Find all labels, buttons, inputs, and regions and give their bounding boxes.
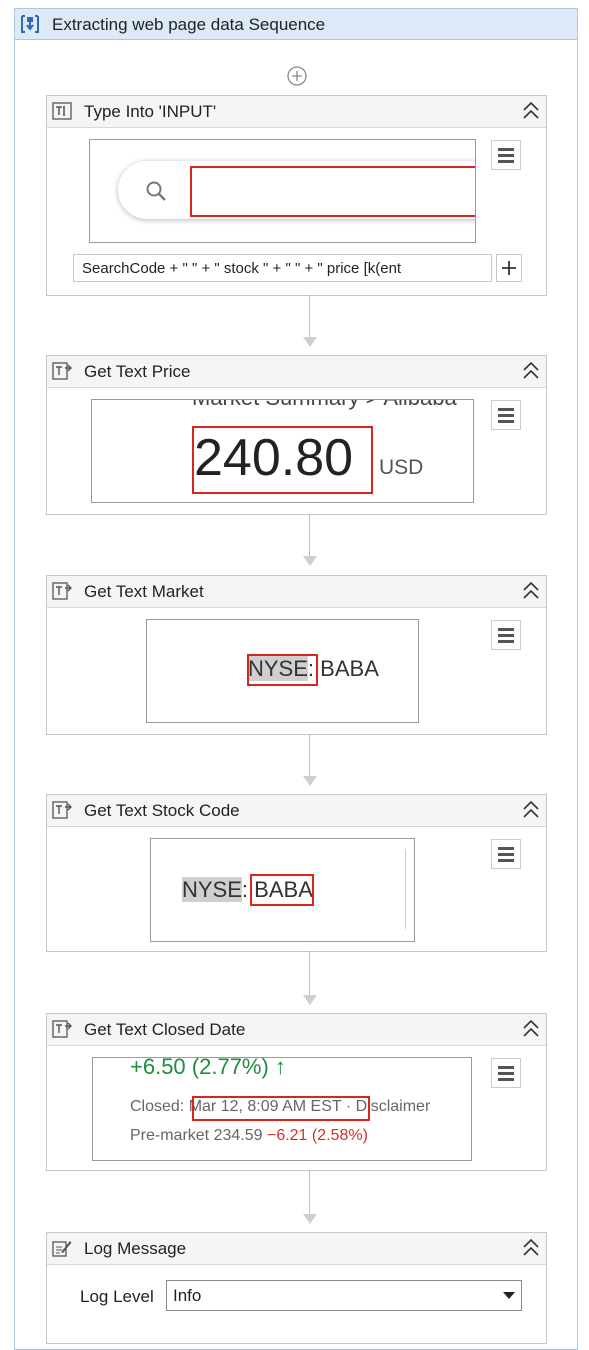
target-selection-box [190, 166, 475, 217]
log-level-select[interactable]: Info [166, 1280, 522, 1311]
screenshot-preview: +6.50 (2.77%) ↑ Closed: Mar 12, 8:09 AM … [92, 1057, 472, 1161]
connector-arrow [303, 995, 317, 1005]
connector-arrow [303, 1214, 317, 1224]
activity-header[interactable]: Get Text Price [47, 356, 546, 388]
menu-icon[interactable] [491, 620, 521, 650]
premarket-line: Pre-market 234.59 −6.21 (2.58%) [130, 1127, 368, 1145]
activity-type-into[interactable]: Type Into 'INPUT' SearchCode + " " + " s… [46, 95, 547, 296]
activity-title: Get Text Stock Code [84, 801, 240, 820]
activity-get-text-price[interactable]: Get Text Price Market Summary > Alibaba … [46, 355, 547, 515]
sequence-header[interactable]: Extracting web page data Sequence [15, 9, 577, 40]
stock-code-text: BABA [320, 656, 379, 681]
connector-line [309, 295, 310, 337]
target-selection-box [247, 654, 318, 686]
screenshot-preview [89, 139, 476, 243]
connector-line [309, 734, 310, 776]
text-expression-field[interactable]: SearchCode + " " + " stock " + " " + " p… [73, 254, 492, 282]
log-message-icon [52, 1241, 72, 1257]
connector-line [309, 1170, 310, 1214]
screenshot-preview: NYSE: BABA [146, 619, 419, 723]
activity-header[interactable]: Get Text Closed Date [47, 1014, 546, 1046]
connector-arrow [303, 556, 317, 566]
activity-title: Get Text Price [84, 362, 191, 381]
divider [405, 849, 406, 929]
connector-arrow [303, 337, 317, 347]
add-activity-icon[interactable] [287, 66, 307, 86]
menu-icon[interactable] [491, 400, 521, 430]
activity-header[interactable]: Log Message [47, 1233, 546, 1265]
collapse-icon[interactable] [522, 1238, 540, 1258]
get-text-icon [52, 362, 72, 380]
activity-title: Get Text Market [84, 582, 204, 601]
screenshot-preview: NYSE: BABA [150, 838, 415, 942]
target-selection-box [192, 1096, 370, 1121]
get-text-icon [52, 1020, 72, 1038]
collapse-icon[interactable] [522, 581, 540, 601]
activity-header[interactable]: Get Text Stock Code [47, 795, 546, 827]
sequence-container[interactable]: Extracting web page data Sequence Type I… [14, 8, 578, 1350]
separator-text: : [241, 877, 249, 902]
currency-label: USD [379, 456, 424, 479]
menu-icon[interactable] [491, 839, 521, 869]
menu-icon[interactable] [491, 1058, 521, 1088]
premarket-label: Pre-market 234.59 [130, 1127, 263, 1144]
premarket-change: −6.21 (2.58%) [266, 1127, 368, 1144]
activity-title: Type Into 'INPUT' [84, 102, 217, 121]
collapse-icon[interactable] [522, 101, 540, 121]
search-icon [146, 181, 166, 201]
activity-log-message[interactable]: Log Message Log Level Info [46, 1232, 547, 1344]
log-level-value: Info [173, 1286, 202, 1305]
activity-header[interactable]: Type Into 'INPUT' [47, 96, 546, 128]
screenshot-preview: Market Summary > Alibaba 240.80 USD [91, 399, 474, 503]
change-text: +6.50 (2.77%) ↑ [130, 1057, 286, 1079]
activity-get-text-stock-code[interactable]: Get Text Stock Code NYSE: BABA [46, 794, 547, 952]
activity-get-text-market[interactable]: Get Text Market NYSE: BABA [46, 575, 547, 735]
target-selection-box [192, 426, 373, 494]
activity-title: Get Text Closed Date [84, 1020, 246, 1039]
type-into-icon [52, 102, 72, 120]
target-selection-box [250, 874, 314, 906]
sequence-title: Extracting web page data Sequence [52, 15, 326, 34]
get-text-icon [52, 801, 72, 819]
activity-get-text-closed-date[interactable]: Get Text Closed Date +6.50 (2.77%) ↑ Clo… [46, 1013, 547, 1171]
sequence-icon [21, 15, 39, 33]
connector-line [309, 514, 310, 556]
connector-arrow [303, 776, 317, 786]
closed-label: Closed: [130, 1098, 185, 1115]
collapse-icon[interactable] [522, 361, 540, 381]
collapse-icon[interactable] [522, 800, 540, 820]
activity-header[interactable]: Get Text Market [47, 576, 546, 608]
preview-header-text: Market Summary > Alibaba [192, 400, 457, 411]
activity-title: Log Message [84, 1239, 187, 1258]
exchange-text: NYSE [182, 877, 242, 902]
connector-line [309, 951, 310, 995]
get-text-icon [52, 582, 72, 600]
dropdown-arrow-icon [503, 1292, 515, 1299]
log-level-label: Log Level [80, 1287, 154, 1306]
collapse-icon[interactable] [522, 1019, 540, 1039]
menu-icon[interactable] [491, 140, 521, 170]
plus-icon[interactable] [496, 254, 522, 282]
